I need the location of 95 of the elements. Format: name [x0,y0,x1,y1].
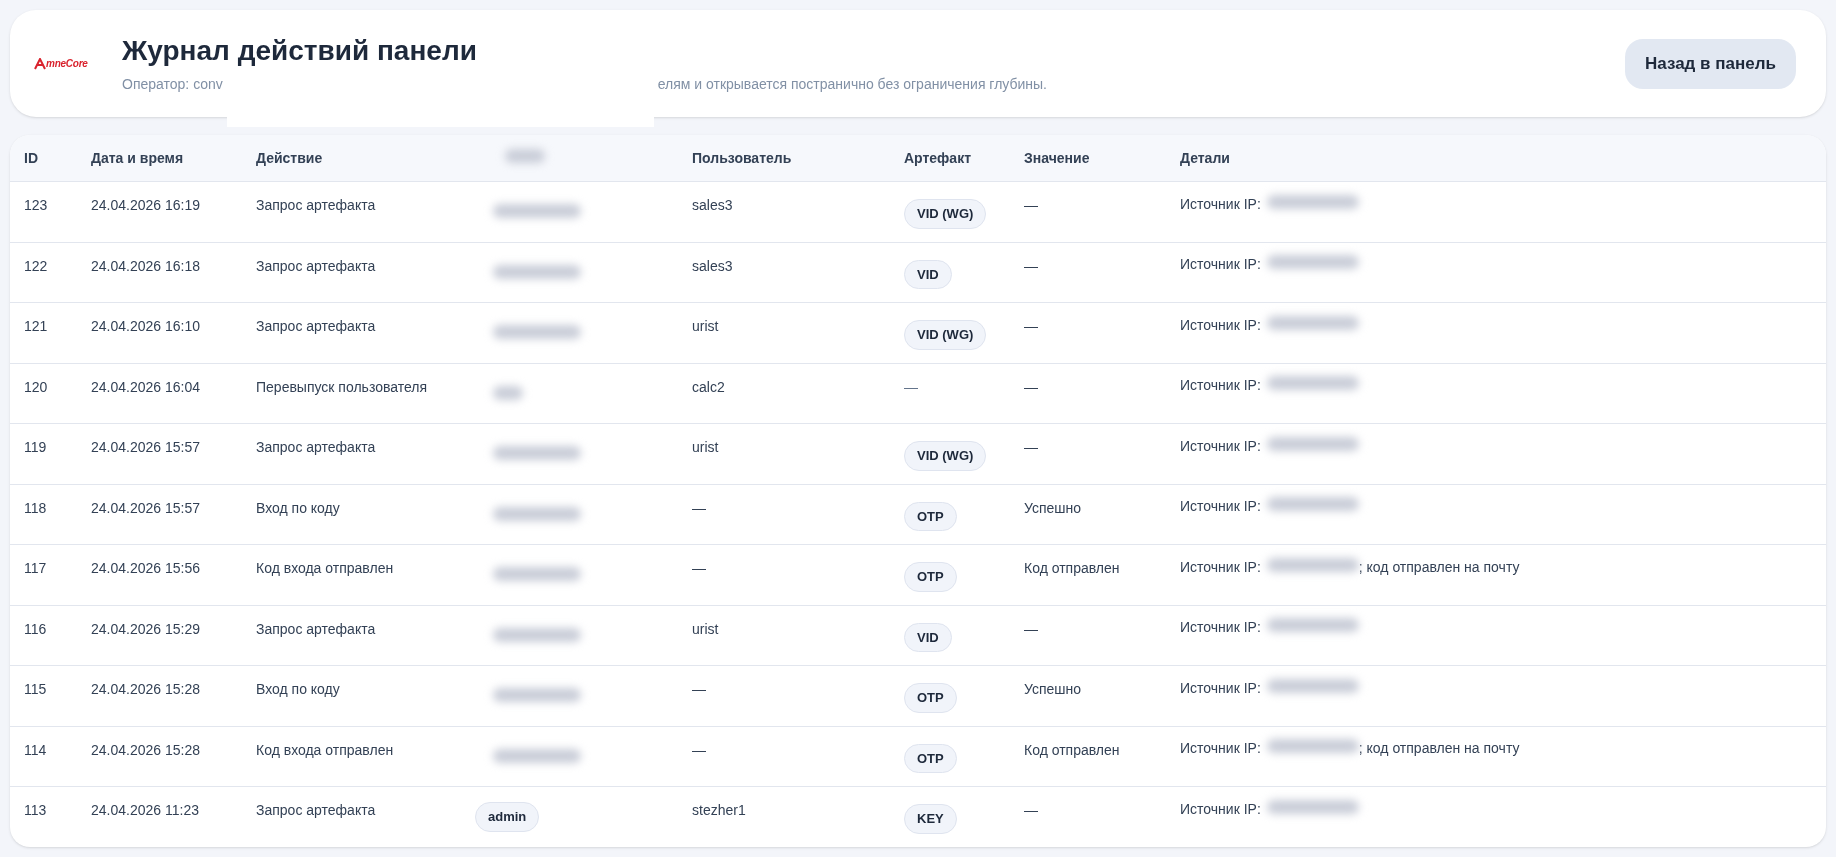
table-cell-text: Источник IP: [1180,557,1261,577]
table-cell: — [1024,197,1038,213]
table-cell: calc2 [692,378,725,395]
table-cell: 118 [24,499,47,516]
table-cell: — [1024,439,1038,455]
table-cell: Запрос артефакта [256,439,376,455]
table-cell: Вход по коду [256,499,340,516]
table-cell: — [1024,257,1038,274]
table-cell: 24.04.2026 16:19 [91,197,200,213]
artifact-badge: VID (WG) [904,199,987,229]
table-cell: Код отправлен [1024,560,1120,576]
table-cell: Запрос артефакта [256,257,376,274]
logo-mark-icon [34,57,46,70]
table-cell: urist [692,620,719,637]
table-cell: 121 [24,318,48,334]
table-cell: 24.04.2026 15:28 [91,741,200,758]
table-cell-text: Источник IP: [1180,194,1261,214]
table-cell: Успешно [1024,499,1082,516]
column-header: Значение [1024,148,1091,168]
column-header: Артефакт [904,148,973,168]
table-cell: Вход по коду [256,681,340,697]
table-cell: — [692,741,706,758]
column-header: Действие [256,148,324,168]
column-header: ID [24,148,39,168]
artifact-badge: VID [904,622,952,652]
table-cell: Код входа отправлен [256,560,394,576]
table-cell: Запрос артефакта [256,197,376,213]
table-cell: 24.04.2026 16:18 [91,257,200,274]
table-cell: 24.04.2026 15:29 [91,620,200,637]
artifact-badge: OTP [904,683,957,713]
table-cell-text: Источник IP: [1180,678,1261,698]
blurred-text [505,148,545,163]
table-cell: sales3 [692,257,733,274]
role-badge: admin [475,802,540,832]
artifact-badge: VID (WG) [904,320,987,350]
table-cell: Успешно [1024,681,1082,697]
column-header: Детали [1180,148,1231,168]
subtitle-text: Оператор: conv [122,74,223,94]
page-title: Журнал действий панели [122,33,478,68]
table-cell: urist [692,318,719,334]
table-cell: urist [692,439,719,455]
table-cell: Запрос артефакта [256,620,376,637]
table-cell: 122 [24,257,48,274]
table-cell: 24.04.2026 16:04 [91,378,200,395]
table-cell: 24.04.2026 11:23 [91,802,199,818]
subtitle-text: елям и открывается постранично без ограничения глубины. [657,74,1047,94]
table-cell: stezher1 [692,802,746,818]
table-cell: sales3 [692,197,733,213]
table-cell-text: Источник IP: [1180,315,1261,335]
table-cell: 24.04.2026 15:57 [91,499,200,516]
table-cell: Запрос артефакта [256,802,376,818]
column-header: Пользователь [692,148,793,168]
table-cell: Перевыпуск пользователя [256,378,427,395]
artifact-badge: OTP [904,562,957,592]
back-button[interactable]: Назад в панель [1625,38,1796,89]
table-cell: 117 [24,560,47,576]
table-cell-text: Источник IP: [1180,436,1261,456]
table-cell-text: Источник IP: [1180,255,1261,274]
table-cell: 24.04.2026 15:57 [91,439,200,455]
table-cell: — [1024,620,1038,637]
table-cell-text: ; код отправлен на почту [1358,739,1520,758]
table-cell: 24.04.2026 16:10 [91,318,200,334]
table-cell: — [692,560,706,576]
table-cell: Код входа отправлен [256,741,394,758]
table-cell: — [692,499,706,516]
table-cell-text: ; код отправлен на почту [1358,557,1520,577]
table-cell-text: Источник IP: [1180,376,1261,395]
table-cell: 119 [24,439,47,455]
artifact-badge: OTP [904,501,957,531]
artifact-badge: OTP [904,743,957,773]
table-cell: 120 [24,378,48,395]
table-cell: — [1024,802,1038,818]
table-cell: 123 [24,197,48,213]
table-cell: 114 [24,741,47,758]
table-cell: Код отправлен [1024,741,1120,758]
table-cell: — [692,681,706,697]
table-cell: 24.04.2026 15:28 [91,681,200,697]
table-cell-text: Источник IP: [1180,799,1261,819]
blurred-text [493,385,523,400]
table-cell: — [1024,318,1038,334]
artifact-badge: KEY [904,804,957,834]
table-cell-text: — [904,377,919,397]
table-cell: 113 [24,802,47,818]
table-cell: 116 [24,620,47,637]
table-cell: — [1024,378,1038,395]
table-cell-text: Источник IP: [1180,739,1261,758]
column-header: Дата и время [91,148,185,168]
artifact-badge: VID [904,259,952,289]
logo-text: mneCore [46,57,88,71]
table-cell-text: Источник IP: [1180,497,1261,516]
artifact-badge: VID (WG) [904,441,987,471]
table-cell-text: Источник IP: [1180,618,1261,637]
table-cell: 115 [24,681,47,697]
table-cell: 24.04.2026 15:56 [91,560,200,576]
table-cell: Запрос артефакта [256,318,376,334]
